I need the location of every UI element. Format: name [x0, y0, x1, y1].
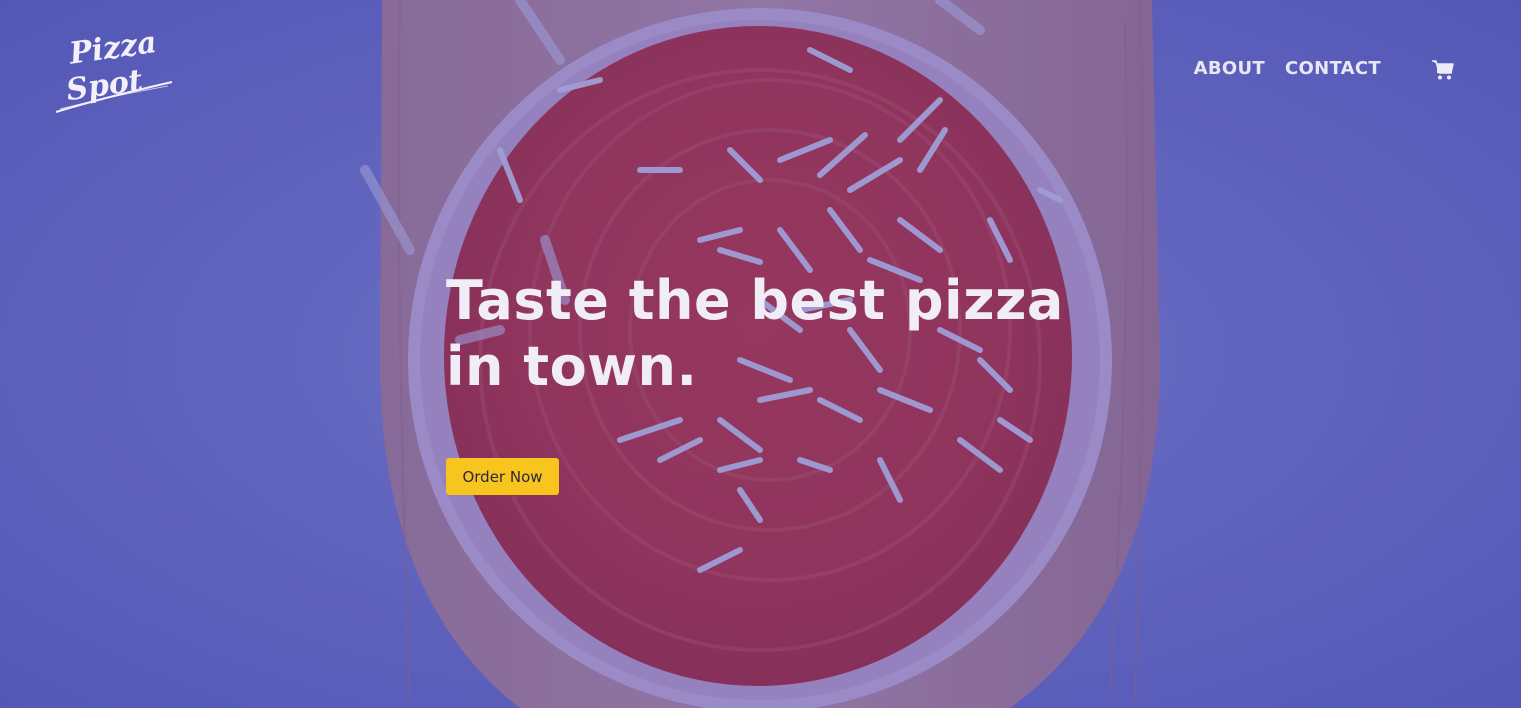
nav-link-about[interactable]: ABOUT — [1194, 58, 1265, 79]
hero-headline-line-1: Taste the best pizza — [446, 269, 1064, 332]
logo-line-1: Pizza — [66, 25, 158, 72]
hero-headline-line-2: in town. — [446, 335, 698, 398]
shopping-cart-icon[interactable] — [1431, 59, 1455, 81]
nav-link-contact[interactable]: CONTACT — [1285, 58, 1381, 79]
order-now-button[interactable]: Order Now — [446, 458, 559, 495]
hero-headline: Taste the best pizza in town. — [446, 268, 1086, 400]
hero-section: Pizza Spot ABOUT CONTACT Taste the best … — [0, 0, 1521, 708]
pizza-spot-logo[interactable]: Pizza Spot — [52, 24, 176, 116]
main-nav: ABOUT CONTACT — [1194, 58, 1381, 79]
logo-wordmark: Pizza Spot — [55, 25, 173, 113]
